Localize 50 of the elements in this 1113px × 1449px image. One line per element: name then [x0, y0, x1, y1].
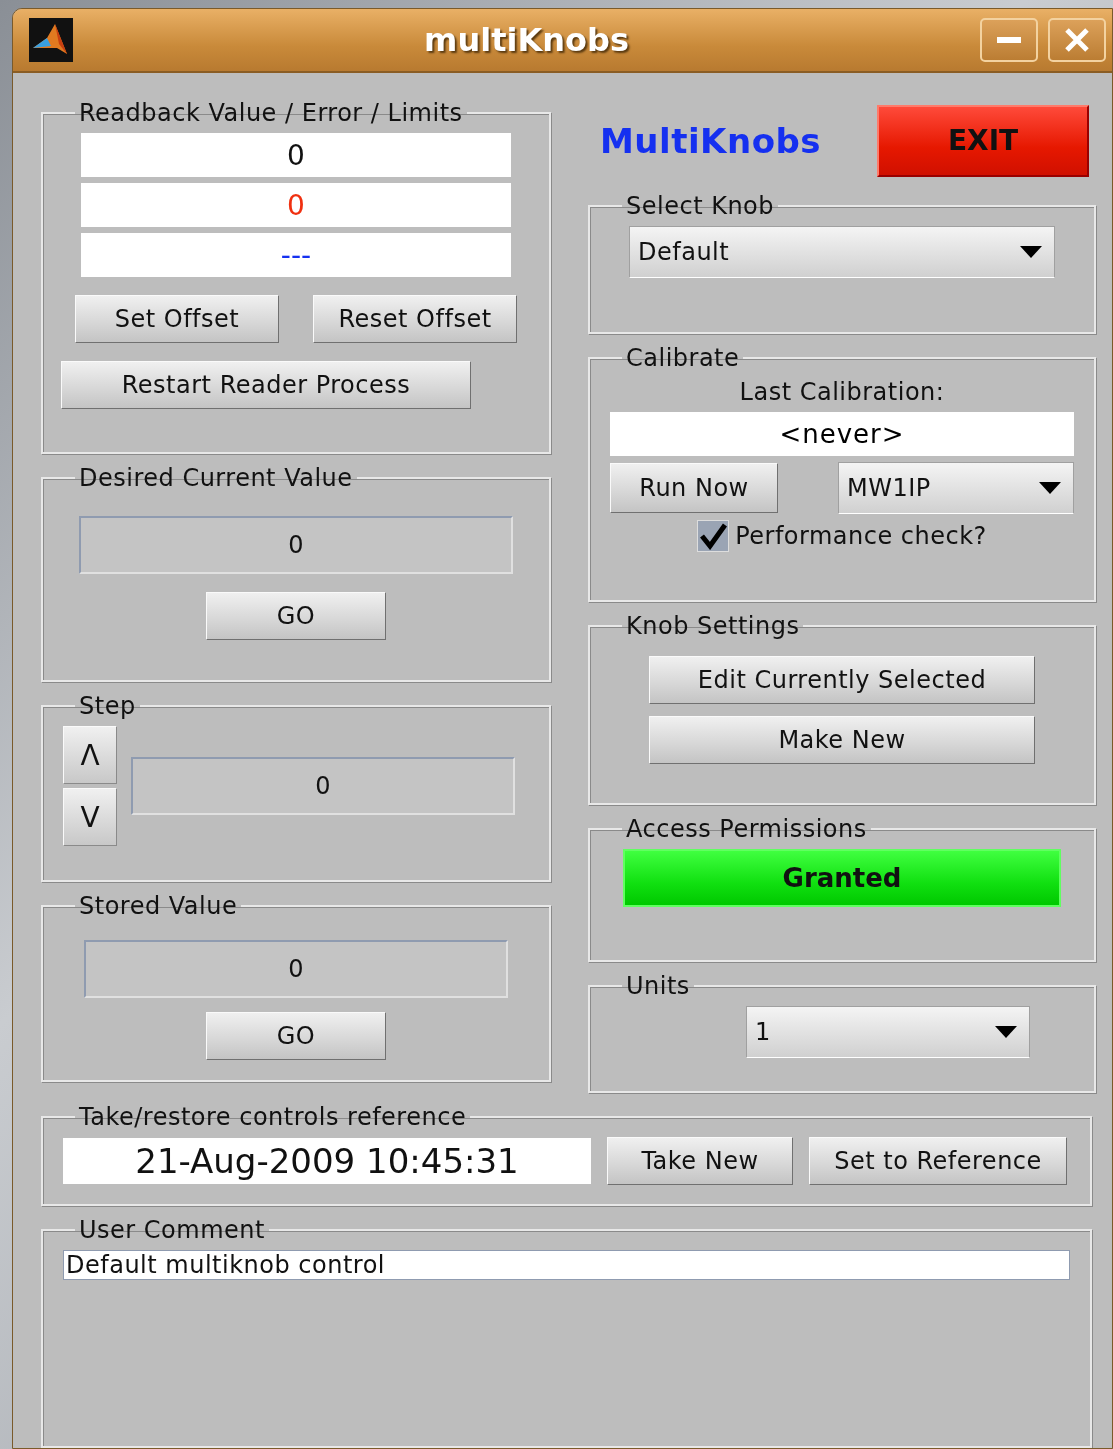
step-up-button[interactable]: Λ	[63, 726, 117, 784]
caret-icon	[1020, 246, 1042, 258]
step-down-button[interactable]: V	[63, 788, 117, 846]
window-title: multiKnobs	[423, 21, 630, 59]
close-icon	[1064, 27, 1090, 53]
make-new-button[interactable]: Make New	[649, 716, 1035, 764]
performance-checkbox[interactable]: Performance check?	[697, 520, 987, 552]
desired-value-field[interactable]: 0	[79, 516, 513, 574]
step-field[interactable]: 0	[131, 757, 515, 815]
stored-value-field[interactable]: 0	[84, 940, 508, 998]
group-title: Calibrate	[625, 344, 741, 372]
exit-button[interactable]: EXIT	[877, 104, 1090, 177]
set-reference-button[interactable]: Set to Reference	[809, 1137, 1067, 1185]
group-title: Stored Value	[78, 892, 239, 920]
group-title: Desired Current Value	[78, 464, 354, 492]
minimize-button[interactable]	[980, 18, 1038, 62]
go-button[interactable]: GO	[206, 592, 386, 640]
app-name: MultiKnobs	[600, 120, 822, 161]
set-offset-button[interactable]: Set Offset	[75, 295, 279, 343]
group-title: Knob Settings	[625, 612, 801, 640]
take-new-button[interactable]: Take New	[607, 1137, 793, 1185]
caret-icon	[995, 1026, 1017, 1038]
group-title: User Comment	[78, 1216, 266, 1244]
edit-knob-button[interactable]: Edit Currently Selected	[649, 656, 1035, 704]
check-icon	[699, 522, 728, 550]
reset-offset-button[interactable]: Reset Offset	[313, 295, 517, 343]
group-title: Units	[625, 972, 691, 1000]
error-value: 0	[81, 183, 511, 227]
caret-icon	[1039, 482, 1061, 494]
group-title: Access Permissions	[625, 815, 868, 843]
go-button[interactable]: GO	[206, 1012, 386, 1060]
knob-dropdown[interactable]: Default	[629, 226, 1055, 278]
units-dropdown[interactable]: 1	[746, 1006, 1030, 1058]
restart-button[interactable]: Restart Reader Process	[61, 361, 471, 409]
device-dropdown[interactable]: MW1IP	[838, 462, 1074, 514]
access-status: Granted	[623, 849, 1061, 907]
limits-value: ---	[81, 233, 511, 277]
run-now-button[interactable]: Run Now	[610, 463, 778, 513]
comment-field[interactable]: Default multiknob control	[63, 1250, 1070, 1280]
minimize-icon	[997, 37, 1021, 43]
app-logo-icon	[29, 18, 73, 62]
group-title: Take/restore controls reference	[78, 1103, 468, 1131]
group-title: Readback Value / Error / Limits	[78, 99, 464, 127]
readback-value: 0	[81, 133, 511, 177]
group-title: Select Knob	[625, 192, 776, 220]
group-title: Step	[78, 692, 137, 720]
close-button[interactable]	[1048, 18, 1106, 62]
reference-timestamp: 21-Aug-2009 10:45:31	[63, 1138, 591, 1184]
last-calibration-label: Last Calibration:	[739, 378, 945, 406]
last-calibration-value: <never>	[610, 412, 1074, 456]
